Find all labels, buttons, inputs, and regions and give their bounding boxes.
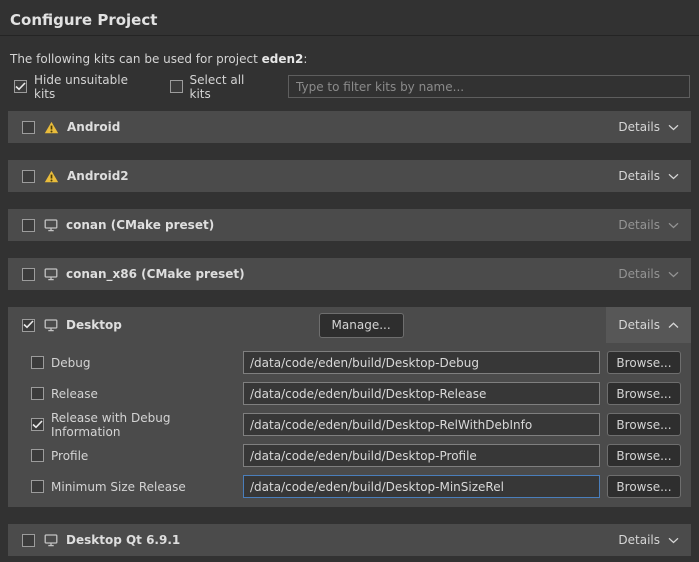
config-label: Release with Debug Information <box>51 411 243 439</box>
kit-checkbox[interactable] <box>22 219 35 232</box>
details-label: Details <box>618 267 660 281</box>
desktop-kit-header: Desktop Manage... Details <box>8 307 691 343</box>
build-dir-input[interactable] <box>243 382 600 405</box>
kit-checkbox[interactable] <box>22 170 35 183</box>
config-checkbox[interactable] <box>31 356 44 369</box>
browse-button[interactable]: Browse... <box>607 382 681 405</box>
hide-unsuitable-kits-option[interactable]: Hide unsuitable kits <box>14 73 146 101</box>
config-checkbox[interactable] <box>31 480 44 493</box>
kit-name: conan (CMake preset) <box>66 218 214 232</box>
details-toggle[interactable]: Details <box>606 524 691 556</box>
config-label: Profile <box>51 449 243 463</box>
kit-checkbox[interactable] <box>22 319 35 332</box>
kit-name: Desktop Qt 6.9.1 <box>66 533 180 547</box>
kit-checkbox[interactable] <box>22 268 35 281</box>
config-checkbox[interactable] <box>31 387 44 400</box>
desktop-icon <box>44 319 58 332</box>
kit-name: Android <box>67 120 120 134</box>
kit-row-android: Android Details <box>8 111 691 143</box>
warning-icon <box>44 121 59 134</box>
build-dir-input[interactable] <box>243 444 600 467</box>
chevron-down-icon <box>668 124 679 131</box>
filter-bar: Hide unsuitable kits Select all kits <box>14 75 690 98</box>
kit-row-desktop: Desktop Manage... Details Debug Browse..… <box>8 307 691 507</box>
details-toggle[interactable]: Details <box>606 307 691 343</box>
build-dir-input[interactable] <box>243 475 600 498</box>
config-checkbox[interactable] <box>31 449 44 462</box>
details-toggle[interactable]: Details <box>606 111 691 143</box>
hide-unsuitable-label: Hide unsuitable kits <box>34 73 146 101</box>
check-mark-icon <box>32 420 43 429</box>
browse-button[interactable]: Browse... <box>607 475 681 498</box>
page-title: Configure Project <box>0 0 699 35</box>
select-all-checkbox[interactable] <box>170 80 183 93</box>
desktop-icon <box>44 219 58 232</box>
config-label: Release <box>51 387 243 401</box>
chevron-down-icon <box>668 173 679 180</box>
build-config-row-relwithdebinfo: Release with Debug Information Browse... <box>31 413 681 436</box>
kit-row-android2: Android2 Details <box>8 160 691 192</box>
kit-checkbox[interactable] <box>22 121 35 134</box>
build-dir-input[interactable] <box>243 351 600 374</box>
kit-checkbox[interactable] <box>22 534 35 547</box>
kit-row-conan-x86: conan_x86 (CMake preset) Details <box>8 258 691 290</box>
kit-name: Android2 <box>67 169 129 183</box>
select-all-kits-option[interactable]: Select all kits <box>170 73 265 101</box>
chevron-down-icon <box>668 222 679 229</box>
check-mark-icon <box>23 320 34 329</box>
kit-row-conan: conan (CMake preset) Details <box>8 209 691 241</box>
kit-filter-input[interactable] <box>288 75 690 98</box>
kit-list: Android Details Android2 Details <box>0 111 699 556</box>
desktop-icon <box>44 268 58 281</box>
kits-description: The following kits can be used for proje… <box>10 52 689 66</box>
check-mark-icon <box>15 82 26 91</box>
chevron-down-icon <box>668 537 679 544</box>
config-label: Debug <box>51 356 243 370</box>
chevron-up-icon <box>668 322 679 329</box>
kits-description-prefix: The following kits can be used for proje… <box>10 52 262 66</box>
kit-name: conan_x86 (CMake preset) <box>66 267 245 281</box>
chevron-down-icon <box>668 271 679 278</box>
details-toggle[interactable]: Details <box>606 209 691 241</box>
details-label: Details <box>618 533 660 547</box>
kit-name: Desktop <box>66 318 122 332</box>
browse-button[interactable]: Browse... <box>607 351 681 374</box>
configure-project-page: Configure Project The following kits can… <box>0 0 699 556</box>
details-label: Details <box>618 120 660 134</box>
title-divider <box>0 35 699 36</box>
browse-button[interactable]: Browse... <box>607 444 681 467</box>
desktop-icon <box>44 534 58 547</box>
manage-kits-button[interactable]: Manage... <box>319 313 404 338</box>
build-config-row-profile: Profile Browse... <box>31 444 681 467</box>
browse-button[interactable]: Browse... <box>607 413 681 436</box>
warning-icon <box>44 170 59 183</box>
config-checkbox[interactable] <box>31 418 44 431</box>
build-config-row-debug: Debug Browse... <box>31 351 681 374</box>
kit-row-desktop-qt-691: Desktop Qt 6.9.1 Details <box>8 524 691 556</box>
config-label: Minimum Size Release <box>51 480 243 494</box>
build-dir-input[interactable] <box>243 413 600 436</box>
hide-unsuitable-checkbox[interactable] <box>14 80 27 93</box>
project-name: eden2 <box>262 52 304 66</box>
details-toggle[interactable]: Details <box>606 258 691 290</box>
details-label: Details <box>618 318 660 332</box>
select-all-label: Select all kits <box>190 73 265 101</box>
build-config-row-minsizerel: Minimum Size Release Browse... <box>31 475 681 498</box>
details-label: Details <box>618 218 660 232</box>
details-toggle[interactable]: Details <box>606 160 691 192</box>
details-label: Details <box>618 169 660 183</box>
kits-description-suffix: : <box>303 52 307 66</box>
build-config-row-release: Release Browse... <box>31 382 681 405</box>
